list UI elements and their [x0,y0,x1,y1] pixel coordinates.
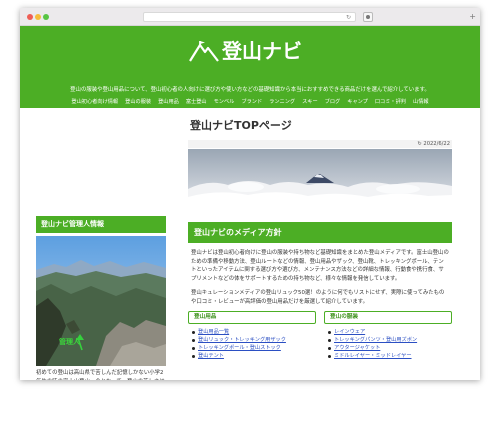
category-card-gear: 登山用品 登山用品一覧 登山リュック・トレッキング用ザック トレッキングポール・… [188,310,316,360]
list-link[interactable]: トレッキングポール・登山ストック [192,344,316,352]
browser-toolbar: ↻ + [20,8,480,26]
list-link[interactable]: ミドルレイヤー・ミッドレイヤー [328,352,452,360]
nav-item[interactable]: 登山の服装 [125,98,151,106]
card-title[interactable]: 登山の服装 [324,310,452,324]
site-logo-text: 登山ナビ [222,39,302,63]
site-tagline: 登山の服装や登山用品について、登山初心者の人向けに選び方や使い方などの基礎知識か… [70,87,430,93]
main-content: 登山ナビTOPページ ↻ 2022/6/22 登山ナビのメディア方針 登山ナビは… [188,108,452,360]
fuji-cloud-sea-image [188,149,452,207]
page-title: 登山ナビTOPページ [190,119,292,132]
list-link[interactable]: 登山リュック・トレッキング用ザック [192,336,316,344]
nav-item[interactable]: ランニング [269,98,295,106]
admin-photo: 管理人 [36,236,166,366]
new-tab-icon[interactable]: + [469,12,476,21]
mountain-photo-image [36,236,166,366]
link-list: 登山用品一覧 登山リュック・トレッキング用ザック トレッキングポール・登山ストッ… [188,328,316,360]
nav-item[interactable]: ブランド [241,98,262,106]
list-link[interactable]: 登山用品一覧 [192,328,316,336]
minimize-window-button[interactable] [35,14,41,20]
reload-icon[interactable]: ↻ [346,13,351,22]
section-title: 登山ナビのメディア方針 [188,222,452,243]
browser-window: ↻ + 登山ナビ 登山の服装や登山用品について、登山初心者の人向けに選び方や使い… [20,8,480,380]
hero-image [188,149,452,207]
close-window-button[interactable] [27,14,33,20]
admin-intro-text: 初めての登山は高山県で苦しんだ記憶しかない小学2年生の時の富士山登山。今となって… [36,370,165,380]
list-link[interactable]: トレッキングパンツ・登山用ズボン [328,336,452,344]
category-card-clothing: 登山の服装 レインウェア トレッキングパンツ・登山用ズボン アウタージャケット … [324,310,452,360]
policy-paragraph: 登山ナビは登山初心者向けに登山の服装や持ち物など基礎知識をまとめた登山メディアで… [191,250,449,282]
global-nav: 登山初心者向け情報 登山の服装 登山用品 富士登山 モンベル ブランド ランニン… [20,98,480,106]
nav-item[interactable]: モンベル [214,98,235,106]
post-date-text: 2022/6/22 [423,141,450,147]
screenshot-frame: ↻ + 登山ナビ 登山の服装や登山用品について、登山初心者の人向けに選び方や使い… [0,0,500,423]
nav-item[interactable]: 山情報 [413,98,429,106]
link-list: レインウェア トレッキングパンツ・登山用ズボン アウタージャケット ミドルレイヤ… [324,328,452,360]
nav-item[interactable]: 口コミ・評判 [375,98,406,106]
card-title[interactable]: 登山用品 [188,310,316,324]
post-date: ↻ 2022/6/22 [188,140,452,148]
extension-icon[interactable] [363,12,373,22]
nav-item[interactable]: 富士登山 [186,98,207,106]
nav-item[interactable]: 登山初心者向け情報 [71,98,118,106]
site-logo[interactable]: 登山ナビ [189,38,302,64]
admin-photo-label: 管理人 [59,338,80,346]
nav-item[interactable]: 登山用品 [158,98,179,106]
nav-item[interactable]: ブログ [325,98,341,106]
list-link[interactable]: 登山テント [192,352,316,360]
site-header: 登山ナビ 登山の服装や登山用品について、登山初心者の人向けに選び方や使い方などの… [20,26,480,108]
update-icon: ↻ [417,141,422,147]
category-cards: 登山用品 登山用品一覧 登山リュック・トレッキング用ザック トレッキングポール・… [188,310,452,360]
list-link[interactable]: レインウェア [328,328,452,336]
sidebar: 登山ナビ管理人情報 管理人 初めての登山は高山県で苦しんだ記憶しかない小学2 [36,216,166,380]
nav-item[interactable]: キャンプ [347,98,368,106]
list-link[interactable]: アウタージャケット [328,344,452,352]
sidebar-title: 登山ナビ管理人情報 [36,216,166,233]
maximize-window-button[interactable] [43,14,49,20]
policy-paragraph: 登山キュレーションメディアの登山リュック50選！のように何でもリストにせず、実際… [191,290,445,305]
nav-item[interactable]: スキー [302,98,318,106]
address-bar[interactable]: ↻ [143,12,356,22]
mountain-logo-icon [189,41,219,62]
